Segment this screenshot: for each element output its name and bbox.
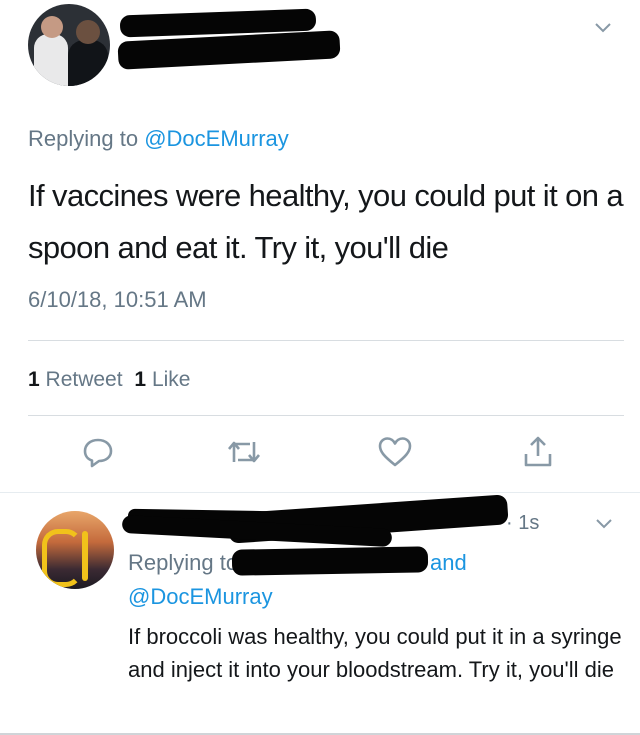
- avatar-figure-head: [41, 16, 63, 38]
- divider: [28, 415, 624, 416]
- avatar-figure-head: [76, 20, 100, 44]
- share-icon: [524, 436, 552, 467]
- replying-to-label: Replying to: [128, 550, 239, 575]
- heart-icon: [378, 437, 412, 467]
- tweet-stats: 1 Retweet 1 Like: [28, 368, 190, 392]
- tweet-separator: [0, 492, 640, 493]
- like-count[interactable]: 1: [134, 368, 146, 391]
- replying-to: Replying to @DocEMurray: [28, 126, 289, 152]
- like-stat-label[interactable]: Like: [152, 368, 191, 391]
- main-tweet: Replying to @DocEMurray If vaccines were…: [0, 0, 640, 492]
- chevron-down-icon[interactable]: [593, 20, 613, 36]
- reply-icon: [83, 438, 113, 468]
- avatar-logo-bar: [82, 531, 88, 581]
- divider: [28, 340, 624, 341]
- avatar-logo-letter: [42, 529, 82, 587]
- tweet-timestamp[interactable]: 6/10/18, 10:51 AM: [28, 287, 207, 313]
- reply-button[interactable]: [78, 432, 118, 472]
- avatar-figure: [68, 40, 108, 86]
- retweet-button[interactable]: [224, 432, 264, 472]
- tweet-text: If broccoli was healthy, you could put i…: [128, 624, 622, 682]
- avatar[interactable]: [28, 4, 110, 86]
- replying-to-label: Replying to: [28, 126, 145, 151]
- chevron-down-icon[interactable]: [594, 516, 614, 532]
- mention-link[interactable]: @DocEMurray: [128, 580, 273, 614]
- avatar-figure: [34, 34, 68, 86]
- retweet-count[interactable]: 1: [28, 368, 40, 391]
- redacted-mention: [231, 546, 429, 576]
- retweet-icon: [228, 441, 260, 463]
- avatar[interactable]: [36, 511, 114, 589]
- replying-and-others[interactable]: and: [430, 546, 467, 580]
- share-button[interactable]: [518, 432, 558, 472]
- retweet-stat-label[interactable]: Retweet: [46, 368, 123, 391]
- like-button[interactable]: [375, 432, 415, 472]
- tweet-text: If vaccines were healthy, you could put …: [28, 178, 624, 265]
- tweet-time[interactable]: · 1s: [506, 512, 539, 535]
- mention-link[interactable]: @DocEMurray: [144, 126, 289, 151]
